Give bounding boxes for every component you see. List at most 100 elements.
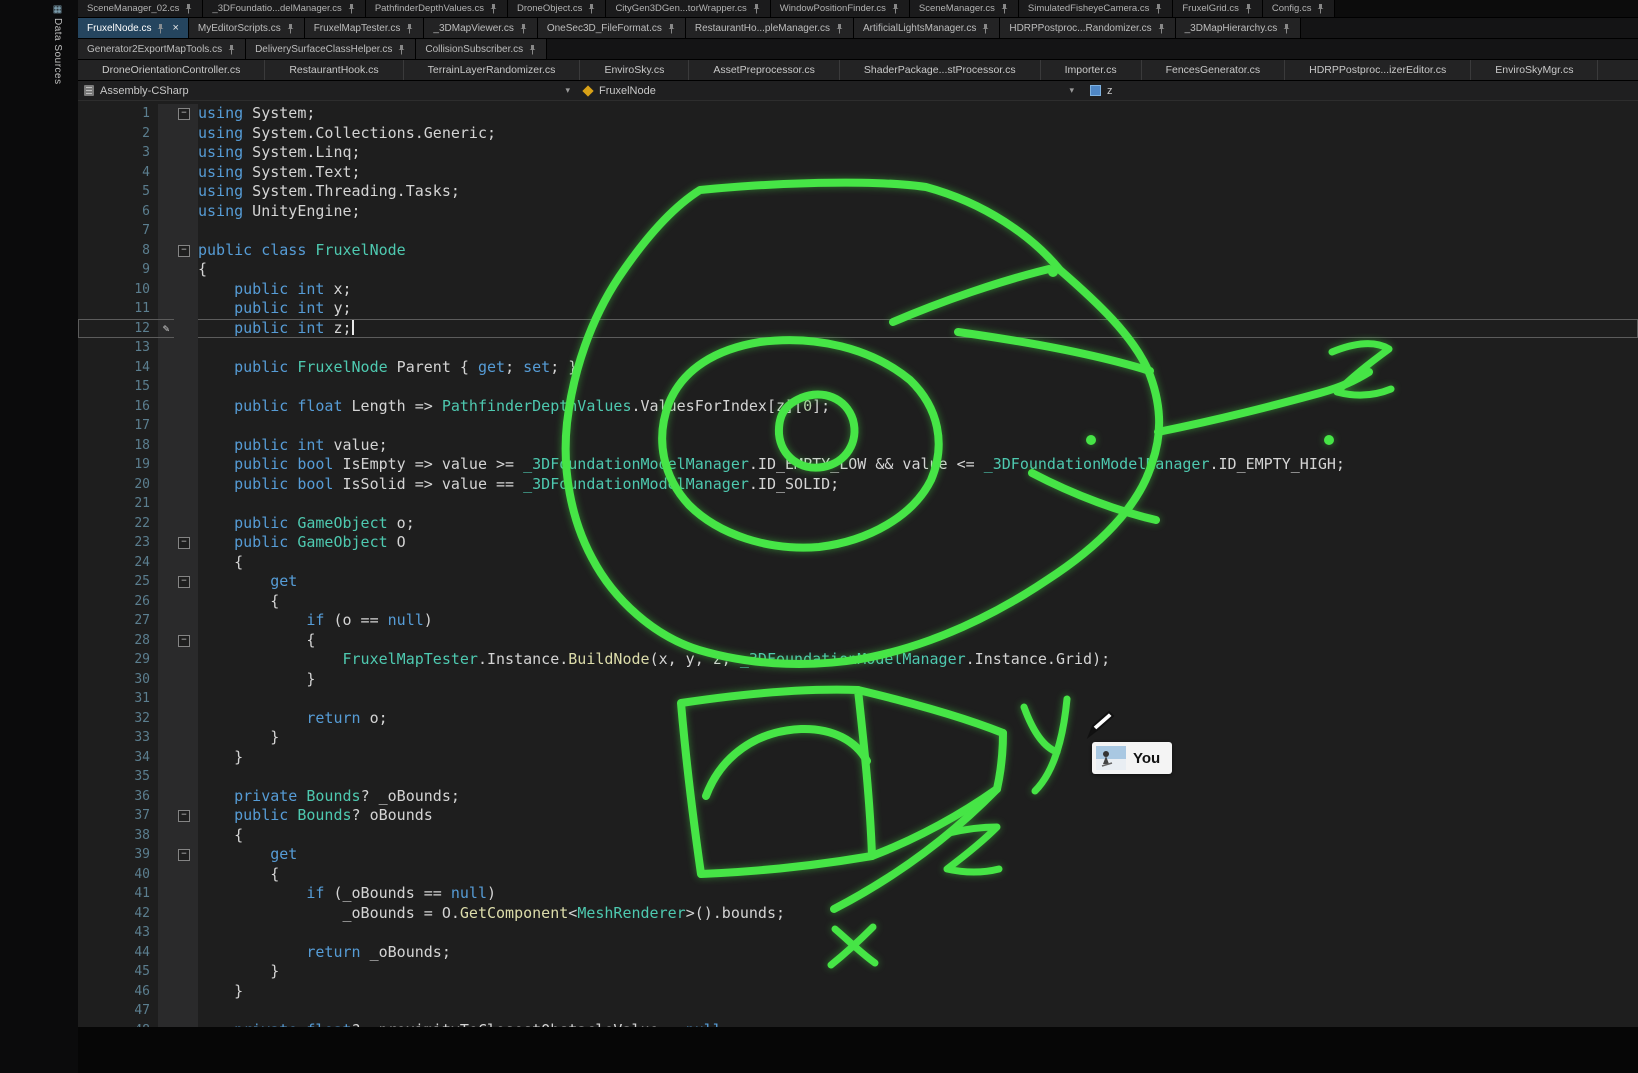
code-line[interactable]: 15	[78, 377, 1638, 397]
code-line[interactable]: 17	[78, 416, 1638, 436]
fold-collapse-icon[interactable]: −	[174, 241, 198, 261]
code-line[interactable]: 25− get	[78, 572, 1638, 592]
code-line[interactable]: 43	[78, 923, 1638, 943]
code-line[interactable]: 46 }	[78, 982, 1638, 1002]
pin-icon[interactable]	[1000, 3, 1009, 14]
code-line[interactable]: 39− get	[78, 845, 1638, 865]
document-tab[interactable]: HDRPPostproc...izerEditor.cs	[1285, 60, 1471, 80]
pin-icon[interactable]	[1154, 3, 1163, 14]
code-line[interactable]: 8−public class FruxelNode	[78, 241, 1638, 261]
document-tab[interactable]: DroneOrientationController.cs	[78, 60, 265, 80]
pin-icon[interactable]	[397, 44, 406, 55]
pin-icon[interactable]	[752, 3, 761, 14]
code-line[interactable]: 7	[78, 221, 1638, 241]
code-line[interactable]: 41 if (_oBounds == null)	[78, 884, 1638, 904]
fold-collapse-icon[interactable]: −	[174, 104, 198, 124]
document-tab[interactable]: _3DMapHierarchy.cs	[1176, 18, 1302, 38]
document-tab[interactable]: MyEditorScripts.cs	[189, 18, 305, 38]
pin-icon[interactable]	[184, 3, 193, 14]
code-line[interactable]: 5using System.Threading.Tasks;	[78, 182, 1638, 202]
document-tab[interactable]: HDRPPostproc...Randomizer.cs	[1000, 18, 1175, 38]
pin-icon[interactable]	[1157, 23, 1166, 34]
pin-icon[interactable]	[1316, 3, 1325, 14]
document-tab[interactable]: OneSec3D_FileFormat.cs	[538, 18, 686, 38]
code-line[interactable]: 2using System.Collections.Generic;	[78, 124, 1638, 144]
pin-icon[interactable]	[347, 3, 356, 14]
pin-icon[interactable]	[519, 23, 528, 34]
document-tab[interactable]: ArtificialLightsManager.cs	[854, 18, 1000, 38]
code-line[interactable]: 29 FruxelMapTester.Instance.BuildNode(x,…	[78, 650, 1638, 670]
document-tab[interactable]: FruxelNode.cs×	[78, 18, 189, 38]
pin-icon[interactable]	[835, 23, 844, 34]
code-line[interactable]: 44 return _oBounds;	[78, 943, 1638, 963]
code-line[interactable]: 22 public GameObject o;	[78, 514, 1638, 534]
code-line[interactable]: 40 {	[78, 865, 1638, 885]
code-line[interactable]: 20 public bool IsSolid => value == _3DFo…	[78, 475, 1638, 495]
code-line[interactable]: 26 {	[78, 592, 1638, 612]
code-line[interactable]: 19 public bool IsEmpty => value >= _3DFo…	[78, 455, 1638, 475]
pin-icon[interactable]	[405, 23, 414, 34]
document-tab[interactable]: SimulatedFisheyeCamera.cs	[1019, 0, 1173, 17]
document-tab[interactable]: _3DFoundatio...delManager.cs	[203, 0, 365, 17]
code-line[interactable]: 38 {	[78, 826, 1638, 846]
code-line[interactable]: 23− public GameObject O	[78, 533, 1638, 553]
document-tab[interactable]: CityGen3DGen...torWrapper.cs	[606, 0, 770, 17]
pin-icon[interactable]	[1244, 3, 1253, 14]
pin-icon[interactable]	[489, 3, 498, 14]
pin-icon[interactable]	[156, 23, 165, 34]
fold-collapse-icon[interactable]: −	[174, 572, 198, 592]
document-tab[interactable]: SceneManager_02.cs	[78, 0, 203, 17]
pin-icon[interactable]	[981, 23, 990, 34]
document-tab[interactable]: RestaurantHo...pleManager.cs	[686, 18, 854, 38]
code-line[interactable]: 14 public FruxelNode Parent { get; set; …	[78, 358, 1638, 378]
code-line[interactable]: 21	[78, 494, 1638, 514]
code-line[interactable]: 12✎ public int z;	[78, 319, 1638, 339]
document-tab[interactable]: _3DMapViewer.cs	[424, 18, 537, 38]
data-sources-tab[interactable]: ▦ Data Sources	[52, 4, 63, 85]
code-line[interactable]: 37− public Bounds? oBounds	[78, 806, 1638, 826]
pin-icon[interactable]	[587, 3, 596, 14]
pin-icon[interactable]	[1282, 23, 1291, 34]
pin-icon[interactable]	[667, 23, 676, 34]
member-dropdown[interactable]: z	[1080, 81, 1113, 100]
document-tab[interactable]: EnviroSky.cs	[580, 60, 689, 80]
pin-icon[interactable]	[891, 3, 900, 14]
document-tab[interactable]: TerrainLayerRandomizer.cs	[404, 60, 581, 80]
code-line[interactable]: 36 private Bounds? _oBounds;	[78, 787, 1638, 807]
code-line[interactable]: 24 {	[78, 553, 1638, 573]
code-line[interactable]: 16 public float Length => PathfinderDept…	[78, 397, 1638, 417]
document-tab[interactable]: FruxelMapTester.cs	[305, 18, 425, 38]
code-line[interactable]: 47	[78, 1001, 1638, 1021]
document-tab[interactable]: CollisionSubscriber.cs	[416, 39, 547, 59]
type-dropdown[interactable]: FruxelNode ▾	[576, 81, 1080, 100]
code-line[interactable]: 18 public int value;	[78, 436, 1638, 456]
document-tab[interactable]: PathfinderDepthValues.cs	[366, 0, 508, 17]
fold-collapse-icon[interactable]: −	[174, 845, 198, 865]
document-tab[interactable]: Generator2ExportMapTools.cs	[78, 39, 246, 59]
code-line[interactable]: 9{	[78, 260, 1638, 280]
fold-collapse-icon[interactable]: −	[174, 631, 198, 651]
code-line[interactable]: 33 }	[78, 728, 1638, 748]
code-line[interactable]: 1−using System;	[78, 104, 1638, 124]
code-line[interactable]: 6using UnityEngine;	[78, 202, 1638, 222]
document-tab[interactable]: EnviroSkyMgr.cs	[1471, 60, 1598, 80]
document-tab[interactable]: ShaderPackage...stProcessor.cs	[840, 60, 1041, 80]
pin-icon[interactable]	[286, 23, 295, 34]
code-line[interactable]: 42 _oBounds = O.GetComponent<MeshRendere…	[78, 904, 1638, 924]
code-line[interactable]: 11 public int y;	[78, 299, 1638, 319]
fold-collapse-icon[interactable]: −	[174, 806, 198, 826]
document-tab[interactable]: AssetPreprocessor.cs	[689, 60, 840, 80]
document-tab[interactable]: SceneManager.cs	[910, 0, 1019, 17]
document-tab[interactable]: DroneObject.cs	[508, 0, 606, 17]
document-tab[interactable]: WindowPositionFinder.cs	[771, 0, 910, 17]
code-line[interactable]: 28− {	[78, 631, 1638, 651]
fold-collapse-icon[interactable]: −	[174, 533, 198, 553]
code-line[interactable]: 13	[78, 338, 1638, 358]
document-tab[interactable]: RestaurantHook.cs	[265, 60, 403, 80]
document-tab[interactable]: Importer.cs	[1041, 60, 1142, 80]
code-line[interactable]: 30 }	[78, 670, 1638, 690]
code-line[interactable]: 34 }	[78, 748, 1638, 768]
close-icon[interactable]: ×	[172, 22, 178, 34]
document-tab[interactable]: FruxelGrid.cs	[1173, 0, 1262, 17]
code-line[interactable]: 32 return o;	[78, 709, 1638, 729]
